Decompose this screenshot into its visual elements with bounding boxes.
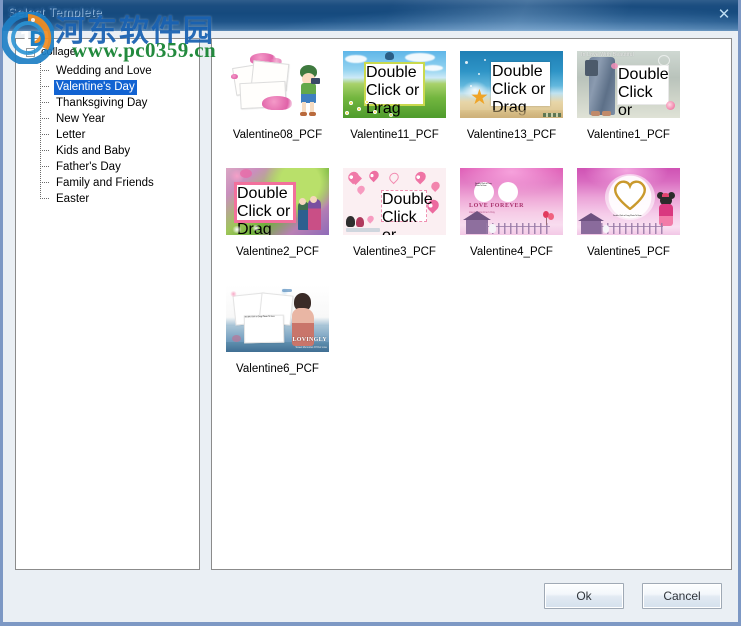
template-label: Valentine3_PCF xyxy=(353,246,436,258)
overlay-text: LOVINGLY xyxy=(292,337,327,343)
ok-button[interactable]: Ok xyxy=(544,583,624,609)
frame-hint-text: Double Click or Drag Photo To Here xyxy=(382,191,433,235)
template-label: Valentine2_PCF xyxy=(236,246,319,258)
heart-frame-icon xyxy=(614,180,646,211)
template-thumbnail[interactable]: In Love With Beautiful Double Click or D… xyxy=(577,51,680,118)
template-thumbnail[interactable] xyxy=(226,51,329,118)
overlay-text: LOVE FOREVER xyxy=(469,203,525,209)
sidebar-item-family-and-friends[interactable]: Family and Friends xyxy=(40,174,199,190)
template-label: Valentine08_PCF xyxy=(232,129,323,141)
category-tree-panel[interactable]: collage Wedding and Love Valentine's Day… xyxy=(15,38,200,570)
cancel-button[interactable]: Cancel xyxy=(642,583,722,609)
sidebar-item-kids-and-baby[interactable]: Kids and Baby xyxy=(40,142,199,158)
template-item[interactable]: Valentine08_PCF xyxy=(221,51,334,158)
frame-hint-text: Double Click or Drag Photo To Here xyxy=(244,315,275,319)
photo-frame: Double Click or Drag Photo To Here xyxy=(617,65,669,118)
template-label: Valentine11_PCF xyxy=(350,129,439,141)
tree-item-label: New Year xyxy=(56,113,106,125)
template-thumbnail[interactable]: Double Click or Drag Photo To Here xyxy=(577,168,680,235)
photo-frame: Double Click or Drag Photo To Here xyxy=(491,62,550,118)
template-item[interactable]: In Love With Beautiful Double Click or D… xyxy=(572,51,685,158)
template-thumbnail[interactable]: Double Click or Drag Photo To Here xyxy=(343,51,446,118)
template-label: Valentine13_PCF xyxy=(466,129,557,141)
template-label: Valentine5_PCF xyxy=(587,246,670,258)
template-thumbnail[interactable]: Double Click or Drag Photo To Here ★ xyxy=(460,51,563,118)
sidebar-item-thanksgiving-day[interactable]: Thanksgiving Day xyxy=(40,94,199,110)
tree-item-label: Kids and Baby xyxy=(56,145,131,157)
select-template-dialog: Select Templete ✕ collage Wedding and Lo… xyxy=(0,0,741,626)
template-item[interactable]: Double Click or Drag Photo To Here Valen… xyxy=(572,168,685,275)
tree-item-label: Thanksgiving Day xyxy=(56,97,148,109)
frame-hint-text: Double Click or Drag Photo To Here xyxy=(618,66,669,118)
template-label: Valentine4_PCF xyxy=(470,246,553,258)
tree-root-collage[interactable]: collage xyxy=(16,44,199,61)
close-icon[interactable]: ✕ xyxy=(713,4,735,24)
tree-item-label: Easter xyxy=(56,193,90,205)
sidebar-item-fathers-day[interactable]: Father's Day xyxy=(40,158,199,174)
template-thumbnail[interactable]: Double Click or Drag Photo To Here xyxy=(226,168,329,235)
photo-frame: Double Click or Drag Photo To Here xyxy=(364,62,425,117)
overlay-subtext: Sweet Memories Of Our Love xyxy=(295,346,328,349)
tree-item-label: Valentine's Day xyxy=(54,80,137,95)
template-thumbnail-panel[interactable]: Valentine08_PCF Double Click or Drag Pho… xyxy=(211,38,732,570)
template-item[interactable]: Double Click or Drag Photo To Here Valen… xyxy=(221,168,334,275)
dialog-footer: Ok Cancel xyxy=(3,583,738,615)
photo-frame: Double Click or Drag Photo To Here xyxy=(234,182,296,235)
titlebar-sheen xyxy=(3,0,738,31)
sidebar-item-letter[interactable]: Letter xyxy=(40,126,199,142)
template-item[interactable]: Double Click or Drag Photo To Here Valen… xyxy=(338,168,451,275)
window-titlebar: Select Templete ✕ xyxy=(3,0,738,31)
photo-frame: Double Click or Drag Photo To Here xyxy=(474,182,494,202)
tree-root-label: collage xyxy=(41,46,76,58)
template-thumbnail[interactable]: Double Click or Drag Photo To Here xyxy=(343,168,446,235)
tree-item-label: Father's Day xyxy=(56,161,121,173)
template-label: Valentine6_PCF xyxy=(236,363,319,375)
sidebar-item-easter[interactable]: Easter xyxy=(40,190,199,206)
template-thumbnail[interactable]: Double Click or Drag Photo To Here LOVIN… xyxy=(226,285,329,352)
template-item[interactable]: Double Click or Drag Photo To Here Valen… xyxy=(338,51,451,158)
minus-expander-icon[interactable] xyxy=(26,48,35,57)
photo-frame xyxy=(498,182,518,202)
window-title: Select Templete xyxy=(8,5,103,19)
frame-hint-text: Double Click or Drag Photo To Here xyxy=(475,183,492,187)
frame-hint-text: Double Click or Drag Photo To Here xyxy=(237,185,291,235)
template-item[interactable]: Double Click or Drag Photo To Here LOVIN… xyxy=(221,285,334,392)
tree-children: Wedding and Love Valentine's Day Thanksg… xyxy=(40,61,199,206)
template-item[interactable]: Double Click or Drag Photo To Here LOVE … xyxy=(455,168,568,275)
sidebar-item-valentines-day[interactable]: Valentine's Day xyxy=(40,78,199,95)
template-thumbnail[interactable]: Double Click or Drag Photo To Here LOVE … xyxy=(460,168,563,235)
tree-item-label: Family and Friends xyxy=(56,177,154,189)
tree-item-label: Wedding and Love xyxy=(56,65,152,77)
category-tree: collage Wedding and Love Valentine's Day… xyxy=(16,39,199,206)
template-label: Valentine1_PCF xyxy=(587,129,670,141)
tree-item-label: Letter xyxy=(56,129,86,141)
sidebar-item-new-year[interactable]: New Year xyxy=(40,110,199,126)
photo-frame: Double Click or Drag Photo To Here xyxy=(613,179,647,217)
photo-frame: Double Click or Drag Photo To Here xyxy=(381,190,433,235)
sidebar-item-wedding-and-love[interactable]: Wedding and Love xyxy=(40,62,199,78)
template-item[interactable]: Double Click or Drag Photo To Here ★ Val… xyxy=(455,51,568,158)
frame-hint-text: Double Click or Drag Photo To Here xyxy=(613,215,642,217)
